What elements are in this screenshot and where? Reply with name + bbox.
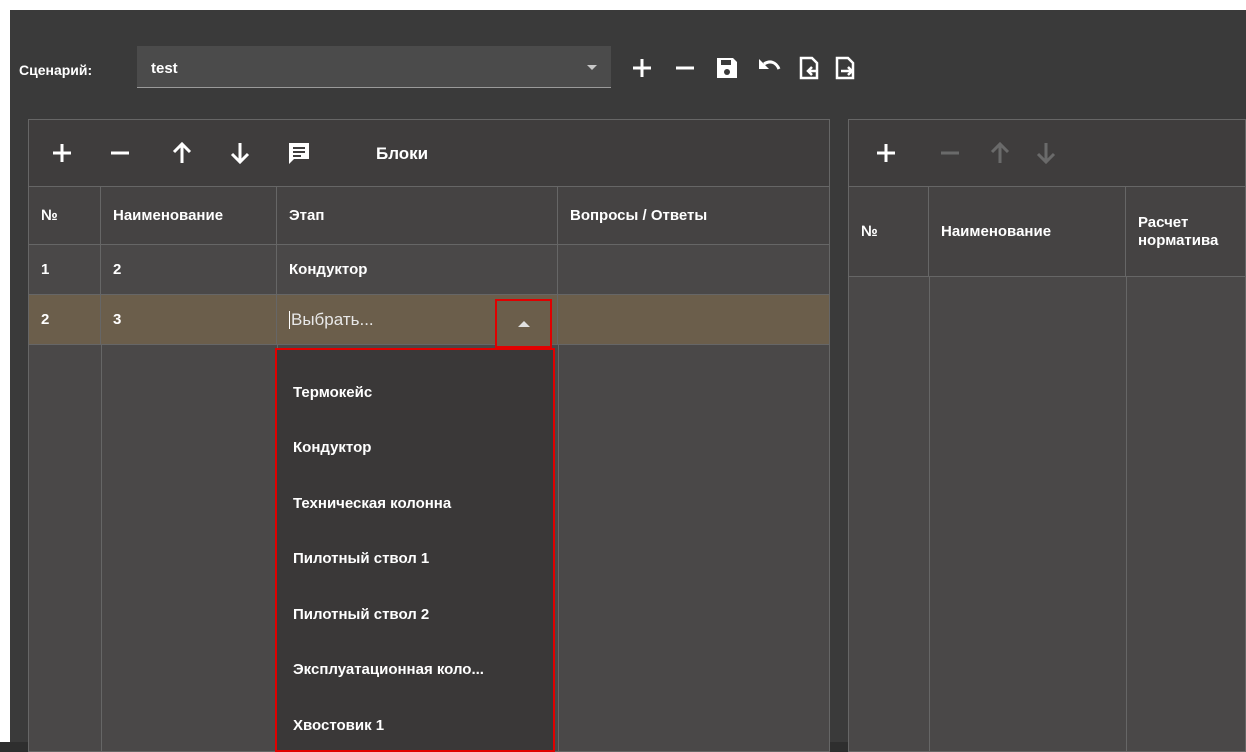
chevron-up-icon [517,320,530,327]
cell-number: 1 [29,245,101,294]
blocks-panel: Блоки № Наименование Этап Вопросы / Отве… [28,119,830,752]
column-divider [929,277,930,751]
stage-combobox-text: Выбрать... [291,309,374,329]
minus-icon[interactable] [672,55,698,81]
comment-icon[interactable] [286,140,312,166]
chevron-down-icon [587,65,597,70]
arrow-down-icon[interactable] [227,140,253,166]
column-header-number[interactable]: № [29,187,101,245]
dropdown-option[interactable]: Техническая колонна [293,495,451,512]
column-header-number[interactable]: № [849,187,929,277]
left-margin [0,10,10,742]
arrow-down-icon [1033,140,1059,166]
save-icon[interactable] [714,55,740,81]
scenario-select[interactable]: test [137,46,611,88]
column-divider [558,345,559,751]
column-divider [1126,277,1127,751]
minus-icon [937,140,963,166]
column-header-name[interactable]: Наименование [929,187,1126,277]
scenario-label: Сценарий: [19,62,93,78]
right-panel-header [849,120,1245,187]
scenario-toolbar: Сценарий: test [10,10,1246,110]
cell-stage: Кондуктор [277,245,558,294]
top-margin [0,0,1246,10]
dropdown-option[interactable]: Эксплуатационная коло... [293,661,484,678]
table-row[interactable]: 1 2 Кондуктор [29,245,829,295]
right-panel: № Наименование Расчет норматива [848,119,1246,752]
cell-qa [558,245,829,294]
scenario-value: test [151,60,178,77]
plus-icon[interactable] [629,55,655,81]
undo-icon[interactable] [756,55,782,81]
app-window: Сценарий: test Блоки № Наименование Этап… [10,10,1246,752]
dropdown-option[interactable]: Термокейс [293,384,372,401]
arrow-up-icon [987,140,1013,166]
column-divider [101,345,102,751]
plus-icon[interactable] [49,140,75,166]
blocks-title: Блоки [376,144,429,163]
cell-name: 2 [101,245,277,294]
column-header-stage[interactable]: Этап [277,187,558,245]
dropdown-option[interactable]: Пилотный ствол 2 [293,606,429,623]
blocks-panel-header: Блоки [29,120,829,187]
column-header-qa[interactable]: Вопросы / Ответы [558,187,829,245]
minus-icon[interactable] [107,140,133,166]
import-icon[interactable] [796,55,822,81]
arrow-up-icon[interactable] [169,140,195,166]
column-header-name[interactable]: Наименование [101,187,277,245]
table-row-selected[interactable]: 2 3 Выбрать... [29,295,829,345]
stage-dropdown-list: Термокейс Кондуктор Техническая колонна … [275,348,555,752]
text-caret [289,310,290,329]
dropdown-toggle-button[interactable] [495,299,552,348]
export-icon[interactable] [832,55,858,81]
cell-number: 2 [29,295,101,344]
cell-qa [558,295,829,344]
cell-name: 3 [101,295,277,344]
column-header-norm-calc[interactable]: Расчет норматива [1126,187,1245,277]
plus-icon[interactable] [873,140,899,166]
dropdown-option[interactable]: Хвостовик 1 [293,717,384,734]
dropdown-option[interactable]: Кондуктор [293,439,371,456]
dropdown-option[interactable]: Пилотный ствол 1 [293,550,429,567]
